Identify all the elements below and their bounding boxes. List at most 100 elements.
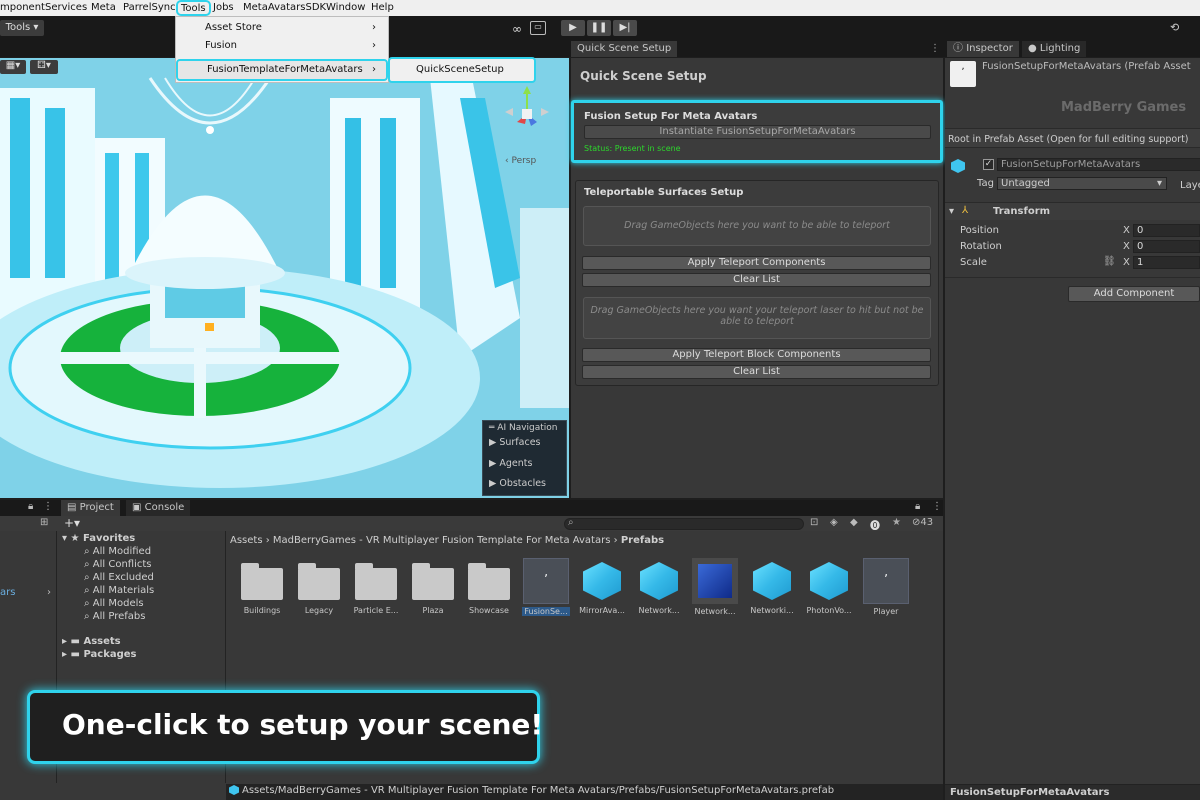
tab-inspector[interactable]: ⓘ Inspector (947, 41, 1019, 57)
menu-help[interactable]: Help (371, 2, 394, 13)
tab-console[interactable]: ▣ Console (126, 500, 191, 516)
asset-label: Particle E... (353, 606, 399, 615)
breadcrumb-prefabs[interactable]: Prefabs (621, 535, 664, 546)
menu-services[interactable]: Services (45, 2, 87, 13)
add-button[interactable]: +▾ (64, 516, 80, 530)
menu-metaavatarssdk[interactable]: MetaAvatarsSDK (243, 2, 326, 13)
tools-menu: Asset Store › Fusion › FusionTemplateFor… (175, 16, 389, 83)
menu-tools[interactable]: Tools (176, 0, 211, 16)
transform-header[interactable]: ▾ ⅄ Transform (945, 202, 1200, 220)
star-icon[interactable]: ★ (892, 517, 901, 528)
asset-plaza[interactable]: Plaza (408, 560, 458, 615)
teleport-setup-box: Teleportable Surfaces Setup Drag GameObj… (575, 180, 939, 386)
favorite-all-conflicts[interactable]: ⌕ All Conflicts (84, 559, 152, 570)
packages-node[interactable]: ▸ ▬ Packages (62, 649, 136, 660)
fusion-setup-title: Fusion Setup For Meta Avatars (584, 111, 758, 122)
asset-networking[interactable]: Networki... (747, 560, 797, 615)
tag-dropdown[interactable]: Untagged ▾ (997, 177, 1167, 190)
drag-handle-icon[interactable]: ═ (489, 423, 494, 433)
pause-button[interactable]: ❚❚ (587, 20, 611, 36)
favorite-all-modified[interactable]: ⌕ All Modified (84, 546, 151, 557)
layout-icon[interactable]: ▭ (530, 21, 546, 35)
draw-mode-dropdown[interactable]: ▦▾ (0, 60, 26, 74)
asset-network-1[interactable]: Network... (634, 560, 684, 615)
panel-header: Quick Scene Setup (580, 69, 707, 83)
menu-parrelsync[interactable]: ParrelSync (123, 2, 176, 13)
scale-x-field[interactable]: 1 (1133, 256, 1200, 269)
chevron-down-icon: ▾ (62, 533, 68, 544)
clear-list-button-2[interactable]: Clear List (582, 365, 931, 379)
link-icon[interactable]: ⛓ (1103, 256, 1116, 267)
history-icon[interactable]: ⟲ (1170, 21, 1179, 34)
lock-icon[interactable]: 🔒︎ (28, 501, 33, 512)
asset-buildings[interactable]: Buildings (237, 560, 287, 615)
asset-showcase[interactable]: Showcase (464, 560, 514, 615)
asset-network-2[interactable]: Network... (691, 558, 739, 616)
menu-window[interactable]: Window (326, 2, 365, 13)
search-filter-icon[interactable]: ⊡ (810, 517, 818, 528)
chevron-down-icon: ▾ (1156, 178, 1162, 189)
kebab-menu-icon[interactable]: ⋮ (43, 501, 53, 512)
add-component-button[interactable]: Add Component (1068, 286, 1200, 302)
tab-quick-scene-setup[interactable]: Quick Scene Setup (571, 41, 678, 57)
rotation-x-field[interactable]: 0 (1133, 240, 1200, 253)
step-button[interactable]: ▶| (613, 20, 637, 36)
hidden-count[interactable]: ⊘43 (912, 517, 933, 528)
submenu-item-quickscenesetup[interactable]: QuickSceneSetup (388, 57, 536, 83)
teleport-block-drop-zone[interactable]: Drag GameObjects here you want your tele… (583, 297, 931, 339)
breadcrumb-madberry[interactable]: MadBerryGames - VR Multiplayer Fusion Te… (273, 535, 611, 546)
apply-teleport-block-button[interactable]: Apply Teleport Block Components (582, 348, 931, 362)
teleport-drop-zone[interactable]: Drag GameObjects here you want to be abl… (583, 206, 931, 246)
chevron-right-icon[interactable]: › (47, 587, 51, 598)
asset-photonvoice[interactable]: PhotonVo... (804, 560, 854, 615)
ai-nav-obstacles[interactable]: ▶ Obstacles (489, 478, 546, 489)
ai-nav-surfaces[interactable]: ▶ Surfaces (489, 437, 540, 448)
type-filter-icon[interactable]: ◈ (830, 517, 838, 528)
menu-component[interactable]: mponent (0, 2, 45, 13)
label-filter-icon[interactable]: ◆ (850, 517, 858, 528)
favorite-all-excluded[interactable]: ⌕ All Excluded (84, 572, 154, 583)
menu-item-fusion[interactable]: Fusion › (176, 37, 388, 55)
tab-project[interactable]: ▤ Project (61, 500, 120, 516)
project-search-input[interactable]: ⌕ (564, 517, 804, 530)
persp-label[interactable]: ‹ Persp (505, 156, 536, 166)
gizmo-dropdown[interactable]: ⚃▾ (30, 60, 58, 74)
object-name-field[interactable]: FusionSetupForMetaAvatars (997, 158, 1200, 171)
kebab-menu-icon[interactable]: ⋮ (930, 43, 940, 54)
menu-meta[interactable]: Meta (91, 2, 116, 13)
search-by-type-icon[interactable]: ⊞ (40, 517, 48, 528)
menu-item-asset-store[interactable]: Asset Store › (176, 19, 388, 37)
position-x-field[interactable]: 0 (1133, 224, 1200, 237)
menu-item-fusion-template[interactable]: FusionTemplateForMetaAvatars › (176, 59, 388, 81)
search-icon: ⌕ (84, 546, 90, 557)
asset-mirroravatar[interactable]: MirrorAva... (577, 560, 627, 615)
ai-nav-agents[interactable]: ▶ Agents (489, 458, 532, 469)
asset-player[interactable]: ʼ Player (862, 558, 910, 616)
clear-list-button-1[interactable]: Clear List (582, 273, 931, 287)
warning-filter-icon[interactable]: ⓿ (870, 517, 880, 532)
kebab-menu-icon[interactable]: ⋮ (932, 501, 942, 512)
assets-node[interactable]: ▸ ▬ Assets (62, 636, 121, 647)
asset-particle-effects[interactable]: Particle E... (351, 560, 401, 615)
asset-legacy[interactable]: Legacy (294, 560, 344, 615)
apply-teleport-button[interactable]: Apply Teleport Components (582, 256, 931, 270)
chevron-right-icon: ▶ (489, 437, 497, 448)
gizmo-icon: ⚃▾ (37, 60, 51, 71)
asset-fusionsetup[interactable]: ʼ FusionSe... (522, 558, 570, 616)
favorite-all-prefabs[interactable]: ⌕ All Prefabs (84, 611, 145, 622)
lock-icon[interactable]: 🔒︎ (915, 501, 920, 512)
play-button[interactable]: ▶ (561, 20, 585, 36)
tools-dropdown[interactable]: Tools ▾ (0, 20, 44, 36)
breadcrumb-assets[interactable]: Assets (230, 535, 263, 546)
menu-jobs[interactable]: Jobs (213, 2, 234, 13)
active-checkbox[interactable]: ✓ (983, 159, 994, 170)
instantiate-button[interactable]: Instantiate FusionSetupForMetaAvatars (584, 125, 931, 139)
hierarchy-item-partial[interactable]: ars (0, 587, 15, 598)
tab-lighting[interactable]: ● Lighting (1022, 41, 1087, 57)
favorites-node[interactable]: ▾ ★ Favorites (62, 533, 135, 544)
orientation-gizmo-icon[interactable] (497, 84, 557, 154)
scene-view[interactable]: ▦▾ ⚃▾ ‹ Persp ═ AI Navigation ▶ Surfaces… (0, 58, 569, 498)
favorite-all-materials[interactable]: ⌕ All Materials (84, 585, 154, 596)
infinity-icon[interactable]: ∞ (512, 22, 522, 36)
favorite-all-models[interactable]: ⌕ All Models (84, 598, 144, 609)
